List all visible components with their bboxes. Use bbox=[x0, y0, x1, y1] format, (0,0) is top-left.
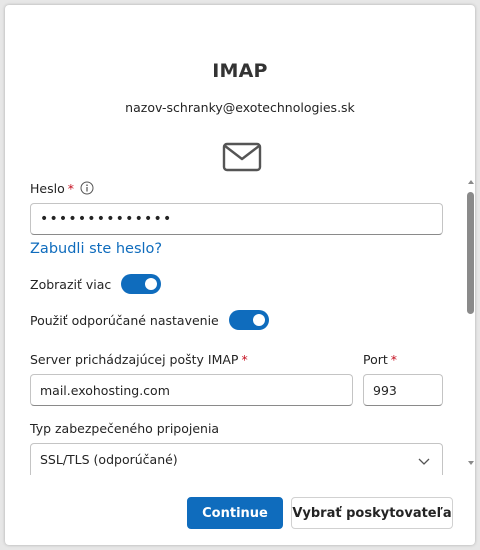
show-more-row: Zobraziť viac bbox=[30, 274, 162, 294]
password-label-text: Heslo bbox=[30, 181, 65, 196]
port-input[interactable]: 993 bbox=[363, 374, 443, 406]
recommended-settings-label: Použiť odporúčané nastavenie bbox=[30, 312, 219, 328]
server-label-text: Server prichádzajúcej pošty IMAP bbox=[30, 352, 239, 367]
mail-envelope-icon bbox=[222, 142, 262, 172]
show-more-toggle[interactable] bbox=[121, 274, 162, 294]
continue-button[interactable]: Continue bbox=[187, 497, 283, 529]
server-value: mail.exohosting.com bbox=[40, 382, 170, 398]
recommended-settings-toggle[interactable] bbox=[228, 310, 269, 330]
dialog-title: IMAP bbox=[212, 60, 268, 82]
info-icon[interactable] bbox=[80, 181, 94, 195]
port-label-text: Port bbox=[363, 352, 388, 367]
show-more-label: Zobraziť viac bbox=[30, 276, 112, 292]
recommended-settings-row: Použiť odporúčané nastavenie bbox=[30, 310, 269, 330]
password-label: Heslo * bbox=[30, 181, 74, 196]
password-value: •••••••••••••• bbox=[40, 211, 173, 227]
security-select[interactable]: SSL/TLS (odporúčané) bbox=[30, 443, 443, 475]
server-input[interactable]: mail.exohosting.com bbox=[30, 374, 353, 406]
scrollbar[interactable] bbox=[467, 180, 475, 465]
security-value: SSL/TLS (odporúčané) bbox=[40, 452, 178, 467]
port-value: 993 bbox=[373, 382, 397, 398]
choose-provider-button[interactable]: Vybrať poskytovateľa bbox=[291, 497, 453, 529]
server-label: Server prichádzajúcej pošty IMAP * bbox=[30, 352, 248, 367]
toggle-knob bbox=[252, 314, 265, 326]
password-field[interactable]: •••••••••••••• bbox=[30, 203, 443, 235]
toggle-knob bbox=[145, 278, 158, 290]
port-label: Port * bbox=[363, 352, 397, 367]
forgot-password-link[interactable]: Zabudli ste heslo? bbox=[30, 241, 162, 257]
required-asterisk: * bbox=[67, 181, 74, 196]
account-email: nazov-schranky@exotechnologies.sk bbox=[125, 100, 355, 115]
chevron-down-icon bbox=[418, 458, 430, 465]
scrollbar-thumb[interactable] bbox=[467, 192, 474, 314]
scroll-down-arrow-icon[interactable] bbox=[468, 461, 474, 465]
required-asterisk: * bbox=[390, 352, 398, 367]
security-label: Typ zabezpečeného pripojenia bbox=[30, 421, 220, 436]
required-asterisk: * bbox=[241, 352, 248, 367]
scroll-up-arrow-icon[interactable] bbox=[468, 180, 474, 184]
imap-dialog: IMAP nazov-schranky@exotechnologies.sk H… bbox=[5, 5, 475, 545]
